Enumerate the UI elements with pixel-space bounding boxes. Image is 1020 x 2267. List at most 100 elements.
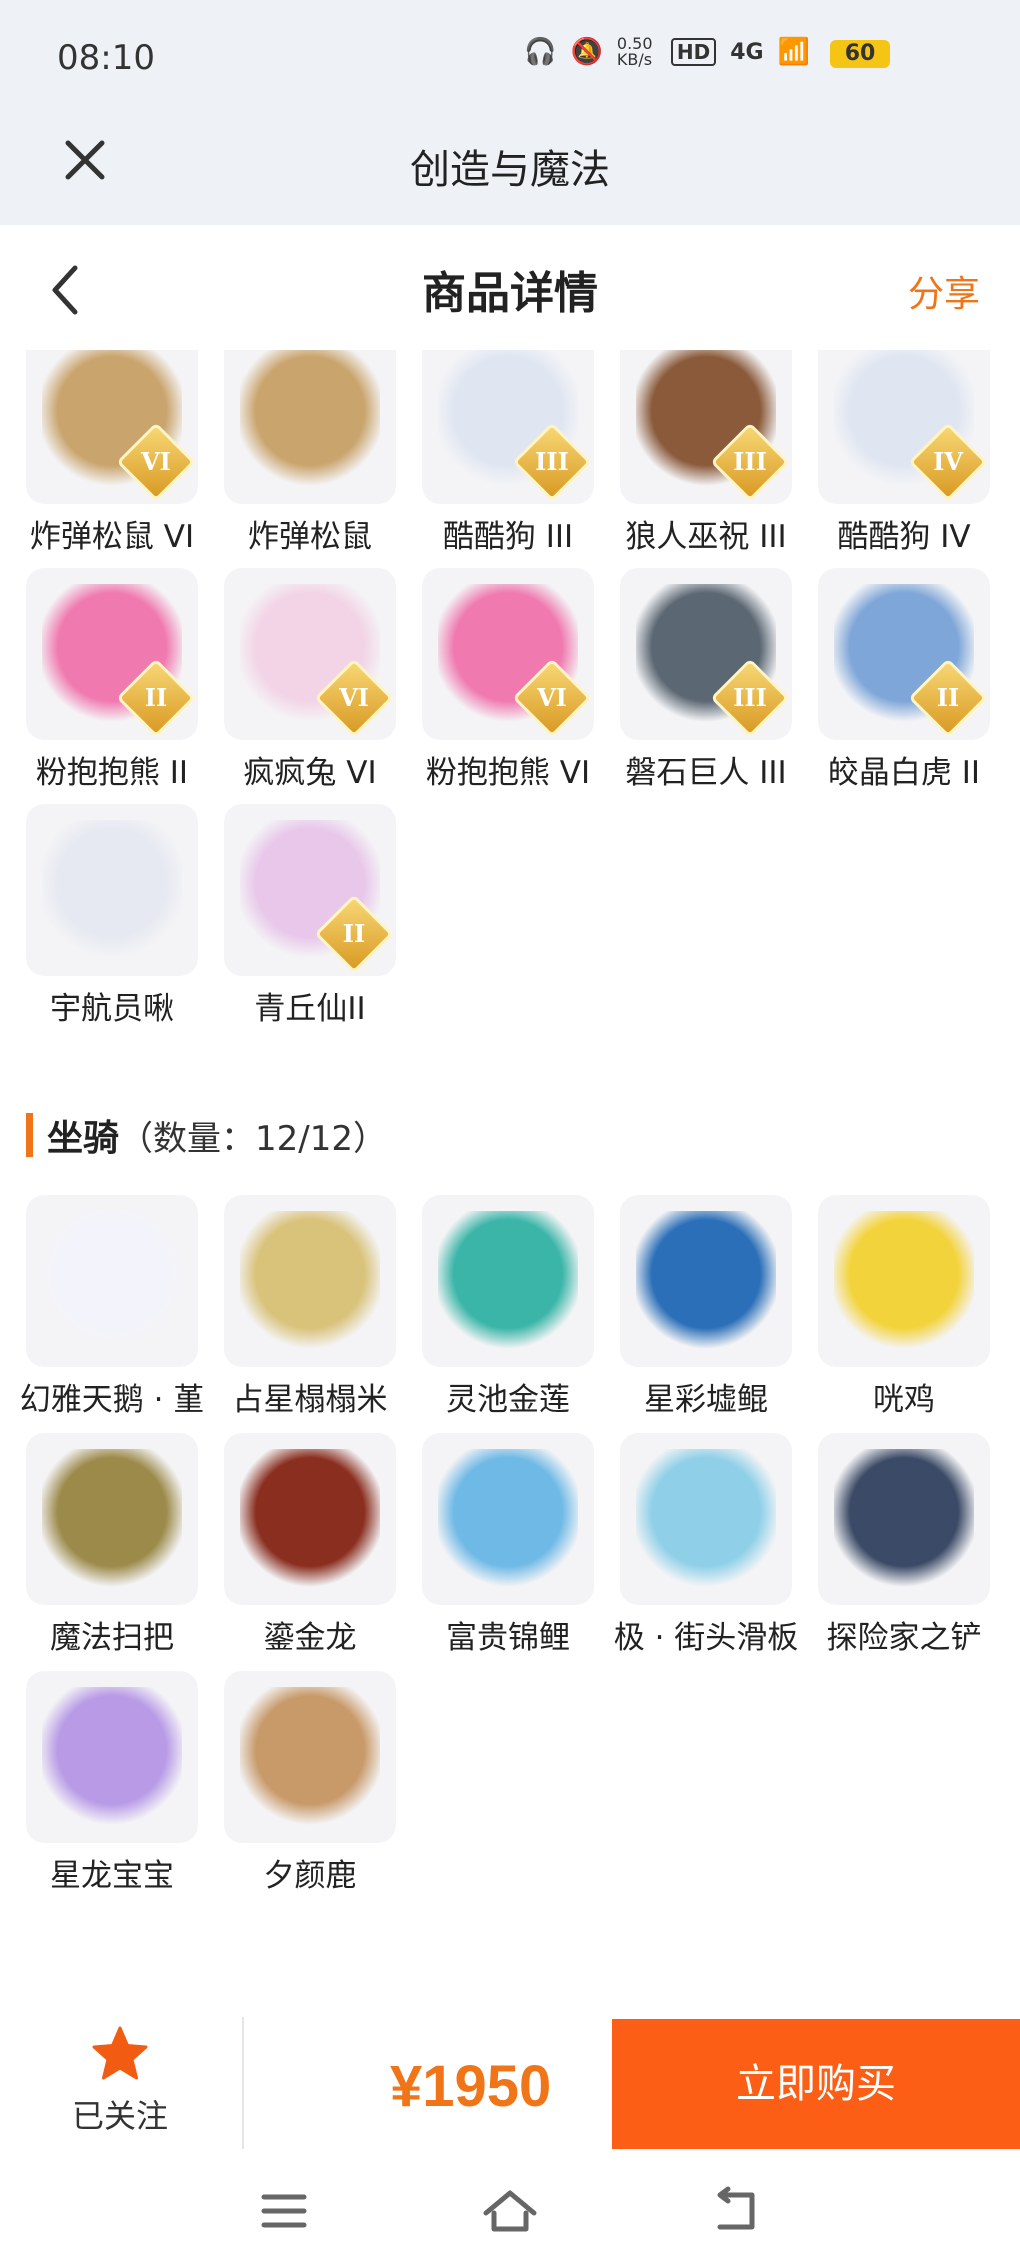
pets-name: 宇航员啾 [50, 991, 174, 1027]
pets-thumbnail: VI [26, 350, 198, 504]
pets-item[interactable]: IV 酷酷狗 IV [818, 350, 990, 560]
mounts-name: 占星榻榻米 [232, 1382, 388, 1418]
mounts-image [240, 1449, 380, 1589]
mounts-image [636, 1449, 776, 1589]
star-icon [92, 2026, 148, 2080]
mounts-image [240, 1687, 380, 1827]
system-nav-bar [0, 2155, 1020, 2267]
product-content[interactable]: VI 炸弹松鼠 VI 炸弹松鼠 III 酷酷狗 III III 狼人巫祝 III IV 酷酷狗 … [0, 350, 1020, 2015]
pets-name: 磐石巨人 III [625, 755, 787, 791]
pets-thumbnail: III [620, 350, 792, 504]
mounts-item[interactable]: 星龙宝宝 [26, 1671, 198, 1899]
signal-icon: 4G [730, 39, 764, 65]
mounts-item[interactable]: 星彩墟鲲 [620, 1195, 792, 1423]
page-header: 商品详情 分享 [0, 225, 1020, 350]
pets-thumbnail [26, 804, 198, 976]
follow-label: 已关注 [71, 2097, 168, 2135]
pets-item[interactable]: II 皎晶白虎 II [818, 568, 990, 796]
mounts-name: 探险家之铲 [826, 1620, 982, 1656]
mounts-thumbnail [818, 1433, 990, 1605]
mounts-thumbnail [620, 1433, 792, 1605]
headphones-icon: 🎧 [524, 37, 557, 67]
pets-thumbnail: II [818, 568, 990, 740]
app-title: 创造与魔法 [410, 147, 610, 193]
mounts-thumbnail [26, 1433, 198, 1605]
follow-button[interactable]: 已关注 [40, 2025, 200, 2145]
mounts-name: 夕颜鹿 [263, 1858, 357, 1894]
mounts-item[interactable]: 探险家之铲 [818, 1433, 990, 1661]
buy-now-button[interactable]: 立即购买 [612, 2019, 1020, 2149]
pets-name: 狼人巫祝 III [625, 519, 787, 555]
mounts-item[interactable]: 幻雅天鹅 · 堇 [20, 1195, 204, 1423]
mounts-thumbnail [422, 1433, 594, 1605]
mounts-thumbnail [224, 1195, 396, 1367]
mounts-name: 星龙宝宝 [50, 1858, 174, 1894]
mounts-item[interactable]: 夕颜鹿 [224, 1671, 396, 1899]
pets-item[interactable]: 炸弹松鼠 [224, 350, 396, 560]
pets-item[interactable]: III 狼人巫祝 III [620, 350, 792, 560]
mounts-thumbnail [620, 1195, 792, 1367]
pets-thumbnail: VI [224, 568, 396, 740]
status-icons: 🎧 🔕 0.50 KB/s HD 4G 📶 [524, 36, 810, 68]
mounts-name: 魔法扫把 [50, 1620, 174, 1656]
mounts-image [42, 1449, 182, 1589]
pets-image [42, 820, 182, 960]
pets-name: 粉抱抱熊 II [35, 755, 189, 791]
pets-item[interactable]: II 青丘仙II [224, 804, 396, 1032]
mounts-item[interactable]: 魔法扫把 [26, 1433, 198, 1661]
pets-thumbnail: VI [422, 568, 594, 740]
pets-name: 酷酷狗 IV [837, 519, 971, 555]
pets-item[interactable]: III 酷酷狗 III [422, 350, 594, 560]
divider [242, 2017, 244, 2149]
mounts-image [834, 1211, 974, 1351]
mute-icon: 🔕 [570, 37, 603, 67]
bottom-bar: 已关注 ¥1950 立即购买 [0, 2015, 1020, 2155]
pets-thumbnail: II [26, 568, 198, 740]
share-button[interactable]: 分享 [908, 265, 980, 317]
rank-badge-label: IV [933, 447, 963, 476]
back-nav-icon[interactable] [706, 2183, 766, 2239]
status-time: 08:10 [57, 38, 155, 78]
mounts-image [438, 1449, 578, 1589]
net-speed: 0.50 KB/s [616, 34, 653, 69]
rank-badge-label: III [733, 447, 767, 476]
status-bar: 08:10 🎧 🔕 0.50 KB/s HD 4G 📶 60 [0, 0, 1020, 115]
pets-item[interactable]: 宇航员啾 [26, 804, 198, 1032]
mounts-name: 咣鸡 [873, 1382, 935, 1418]
app-bar: 创造与魔法 [0, 115, 1020, 225]
mounts-item[interactable]: 极 · 街头滑板 [614, 1433, 798, 1661]
mounts-thumbnail [818, 1195, 990, 1367]
home-icon[interactable] [480, 2183, 540, 2239]
mounts-image [240, 1211, 380, 1351]
pets-item[interactable]: II 粉抱抱熊 II [26, 568, 198, 796]
pets-item[interactable]: VI 粉抱抱熊 VI [422, 568, 594, 796]
mounts-item[interactable]: 富贵锦鲤 [422, 1433, 594, 1661]
pets-thumbnail [224, 350, 396, 504]
mounts-name: 鎏金龙 [263, 1620, 357, 1656]
pets-thumbnail: II [224, 804, 396, 976]
pets-name: 青丘仙II [254, 991, 366, 1027]
pets-image [240, 350, 380, 488]
mounts-item[interactable]: 占星榻榻米 [224, 1195, 396, 1423]
mounts-item[interactable]: 鎏金龙 [224, 1433, 396, 1661]
rank-badge-label: III [535, 447, 569, 476]
mounts-thumbnail [224, 1671, 396, 1843]
rank-badge-label: II [144, 683, 168, 712]
mounts-name: 灵池金莲 [446, 1382, 570, 1418]
pets-item[interactable]: VI 疯疯兔 VI [224, 568, 396, 796]
pets-name: 疯疯兔 VI [243, 755, 377, 791]
page-title: 商品详情 [422, 268, 598, 319]
rank-badge-label: II [342, 919, 366, 948]
price: ¥1950 [390, 2054, 552, 2119]
mounts-image [438, 1211, 578, 1351]
mounts-name: 极 · 街头滑板 [613, 1620, 799, 1656]
pets-item[interactable]: III 磐石巨人 III [620, 568, 792, 796]
section-count: （数量：12/12） [119, 1118, 387, 1159]
mounts-item[interactable]: 灵池金莲 [422, 1195, 594, 1423]
rank-badge-label: VI [339, 683, 369, 712]
mounts-item[interactable]: 咣鸡 [818, 1195, 990, 1423]
menu-icon[interactable] [254, 2183, 314, 2239]
mounts-thumbnail [26, 1195, 198, 1367]
mounts-image [42, 1211, 182, 1351]
pets-item[interactable]: VI 炸弹松鼠 VI [26, 350, 198, 560]
